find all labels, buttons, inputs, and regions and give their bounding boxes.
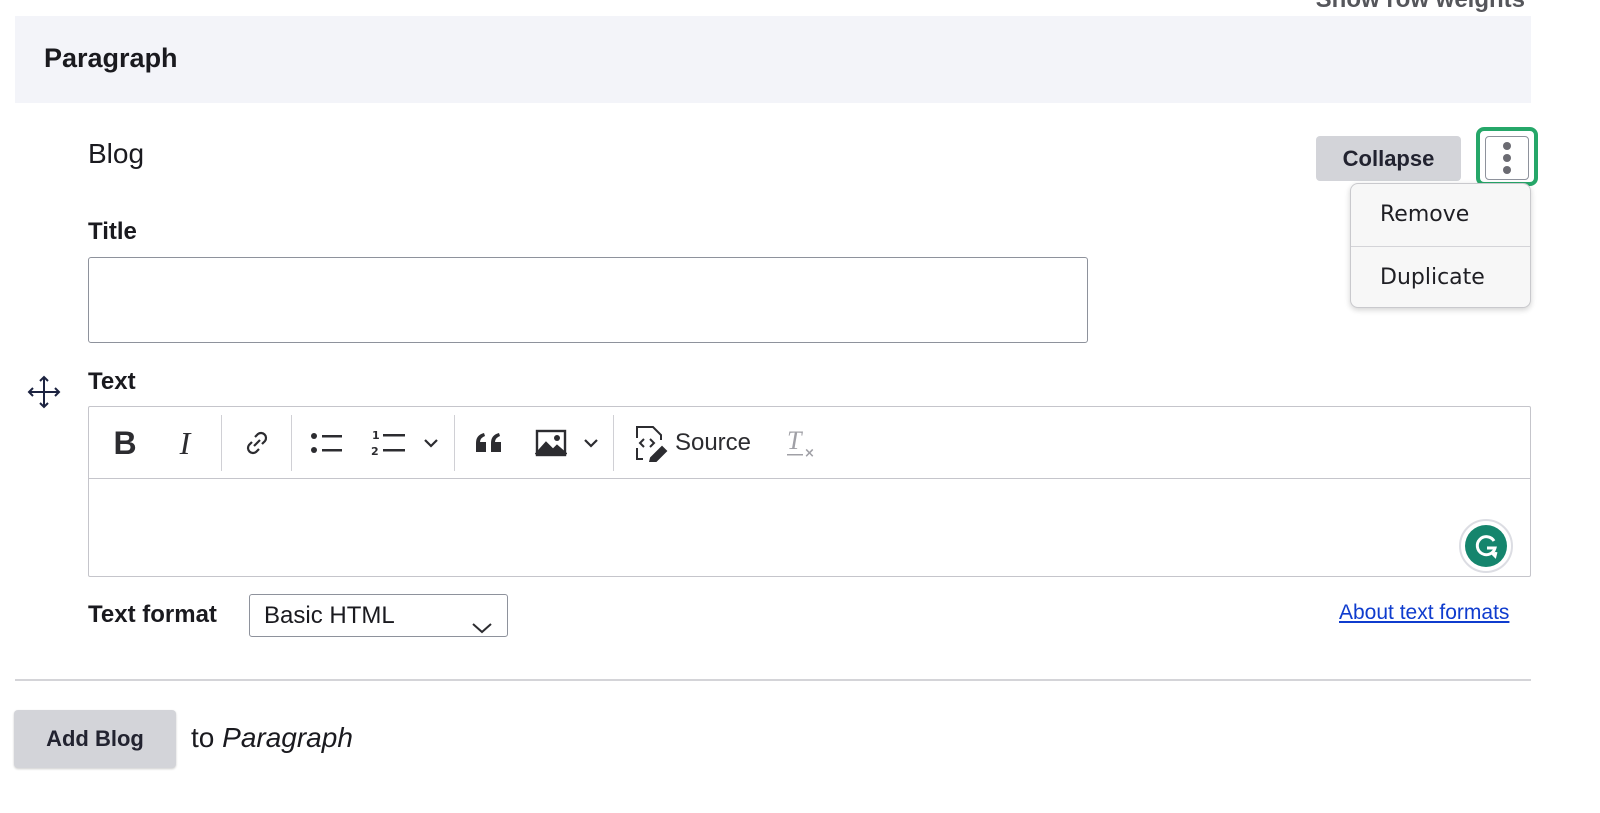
numbered-list-icon: 12 [371,429,405,458]
paragraph-type-label: Blog [88,138,145,169]
toolbar-separator [454,415,455,471]
menu-item-remove[interactable]: Remove [1351,184,1530,246]
toolbar-separator [613,415,614,471]
actions-dropdown-menu: Remove Duplicate [1350,183,1531,308]
menu-item-duplicate[interactable]: Duplicate [1351,246,1530,308]
link-button[interactable] [235,407,279,479]
numbered-list-button[interactable]: 12 [367,407,411,479]
title-input[interactable] [88,257,1088,343]
italic-button[interactable]: I [163,407,207,479]
chevron-down-icon [424,439,438,448]
text-format-label: Text format [88,601,217,628]
title-label: Title [88,218,137,245]
text-editor: B I 12 Source T × [88,406,1531,577]
image-icon [535,429,567,457]
to-target: Paragraph [222,722,353,753]
svg-text:1: 1 [372,429,380,442]
link-icon [246,431,268,455]
remove-format-icon: T × [787,427,815,459]
kebab-dot [1503,154,1511,162]
bold-button[interactable]: B [103,407,147,479]
quote-icon [476,433,501,452]
divider [15,679,1531,681]
text-format-selected: Basic HTML [264,602,395,629]
insert-image-button[interactable] [529,407,573,479]
kebab-dot [1503,166,1511,174]
kebab-dot [1503,142,1511,150]
svg-text:T: T [787,427,803,455]
actions-toggle-focus-ring [1476,127,1538,186]
svg-text:2: 2 [371,445,379,458]
text-format-select[interactable]: Basic HTML [249,594,508,637]
toolbar-separator [221,415,222,471]
image-options-dropdown[interactable] [577,407,605,479]
blockquote-button[interactable] [467,407,511,479]
to-prefix: to [191,722,215,753]
bulleted-list-icon [311,433,342,453]
add-target-text: to Paragraph [191,722,353,754]
svg-text:×: × [804,446,815,459]
chevron-down-icon [584,439,598,448]
about-text-formats-link[interactable]: About text formats [1339,601,1509,625]
drag-handle-icon[interactable] [26,374,62,410]
editor-toolbar: B I 12 Source T × [89,407,1530,479]
section-title: Paragraph [44,43,178,73]
text-label: Text [88,368,136,395]
source-code-icon [635,426,668,462]
numbered-list-options-dropdown[interactable] [417,407,445,479]
bulleted-list-button[interactable] [305,407,349,479]
add-blog-button[interactable]: Add Blog [14,710,176,768]
source-button[interactable]: Source [629,407,755,479]
text-editor-content[interactable] [89,479,1530,576]
toolbar-separator [291,415,292,471]
section-header: Paragraph [15,16,1531,103]
chevron-down-icon [471,607,493,648]
source-label: Source [674,429,752,456]
remove-format-button[interactable]: T × [781,407,821,479]
actions-menu-toggle[interactable] [1485,136,1529,180]
collapse-button[interactable]: Collapse [1316,136,1461,181]
grammarly-button[interactable] [1459,519,1513,573]
grammarly-icon [1465,525,1507,567]
show-row-weights-link[interactable]: Show row weights [1316,0,1525,14]
